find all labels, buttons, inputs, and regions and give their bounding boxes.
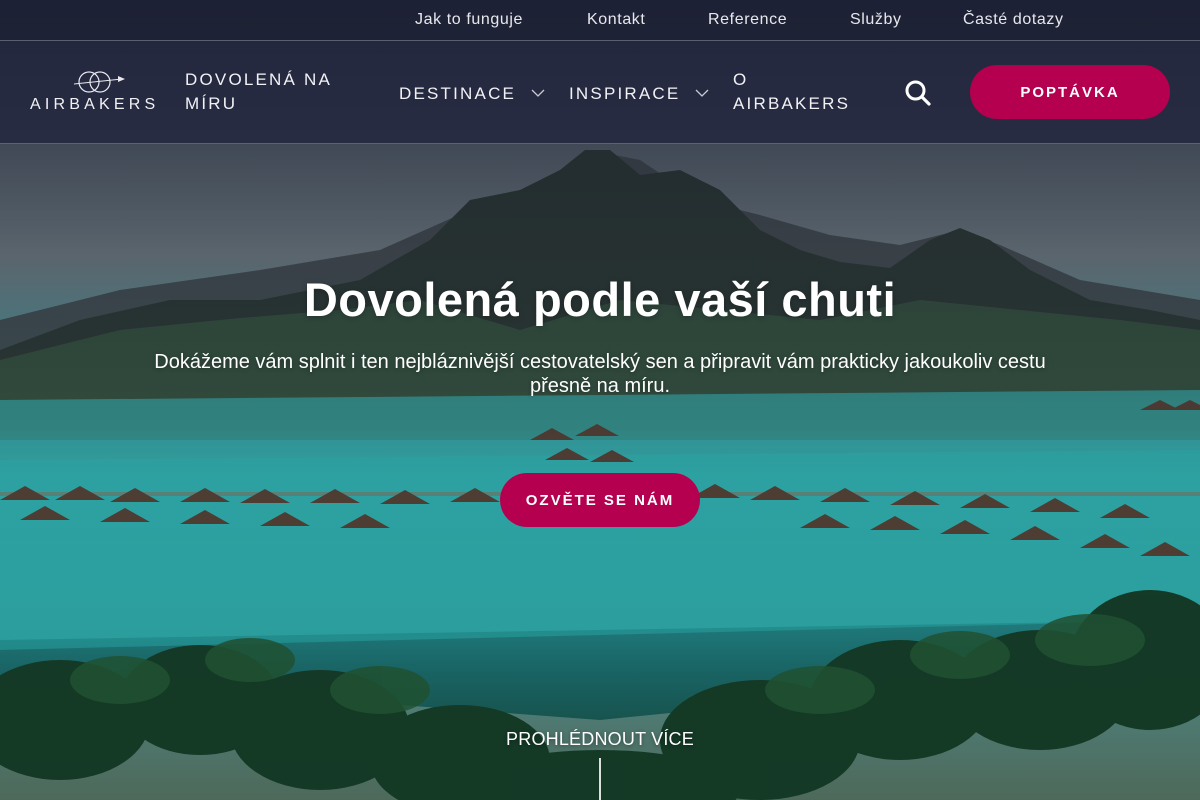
chevron-down-icon <box>531 80 545 104</box>
nav-item-inspirace[interactable]: INSPIRACE <box>569 80 709 106</box>
nav-item-o-airbakers[interactable]: O AIRBAKERS <box>733 68 863 116</box>
main-header: AIRBAKERS DOVOLENÁ NA MÍRU DESTINACE INS… <box>0 41 1200 144</box>
hero-title: Dovolená podle vaší chuti <box>303 273 897 326</box>
top-utility-bar: Jak to funguje Kontakt Reference Služby … <box>0 0 1200 41</box>
topbar-link-sluzby[interactable]: Služby <box>850 11 902 29</box>
logo-wordmark: AIRBAKERS <box>30 96 160 113</box>
search-icon <box>905 80 931 106</box>
nav-item-destinace[interactable]: DESTINACE <box>399 80 545 106</box>
airbakers-logo[interactable]: AIRBAKERS <box>30 69 170 115</box>
nav-item-label: DOVOLENÁ NA MÍRU <box>185 70 332 113</box>
scroll-indicator-line <box>599 758 601 800</box>
hero-subtitle: Dokážeme vám splnit i ten nejbláznivější… <box>154 351 1046 397</box>
topbar-link-caste-dotazy[interactable]: Časté dotazy <box>963 11 1064 29</box>
topbar-link-jak-to-funguje[interactable]: Jak to funguje <box>415 11 523 29</box>
topbar-link-reference[interactable]: Reference <box>708 11 787 29</box>
nav-item-label: O AIRBAKERS <box>733 70 851 113</box>
topbar-link-kontakt[interactable]: Kontakt <box>587 11 645 29</box>
logo-rings-icon <box>73 71 125 93</box>
chevron-down-icon <box>695 80 709 104</box>
search-button[interactable] <box>904 79 932 107</box>
scroll-more-link[interactable]: PROHLÉDNOUT VÍCE <box>0 729 1200 750</box>
poptavka-button[interactable]: POPTÁVKA <box>970 65 1170 119</box>
nav-item-label: DESTINACE <box>399 84 517 103</box>
contact-us-button[interactable]: OZVĚTE SE NÁM <box>500 473 700 527</box>
nav-item-label: INSPIRACE <box>569 84 681 103</box>
nav-item-dovolena-na-miru[interactable]: DOVOLENÁ NA MÍRU <box>185 68 345 116</box>
